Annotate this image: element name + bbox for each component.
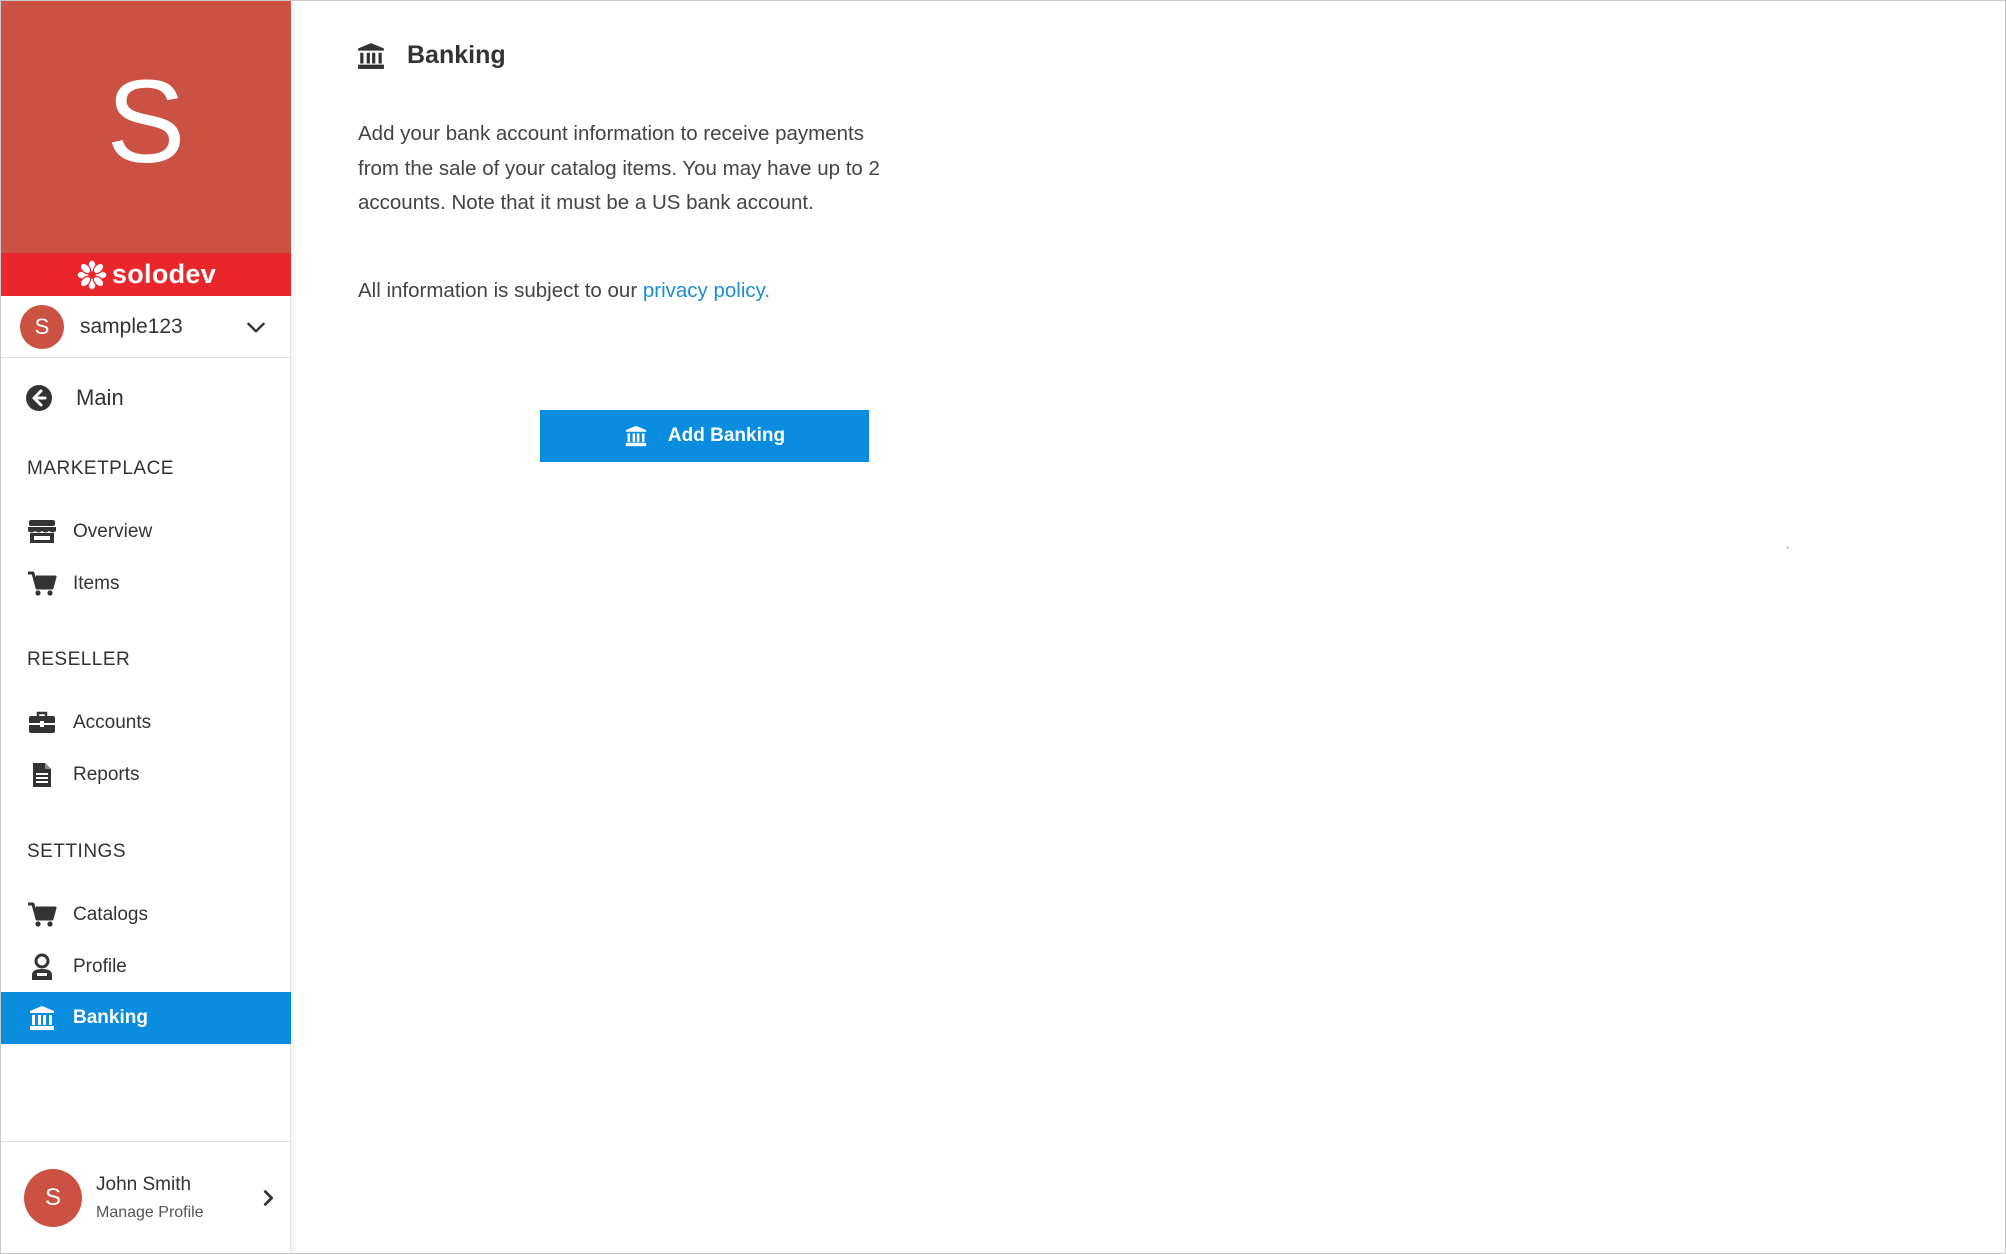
sidebar-item-items[interactable]: Items [1, 558, 291, 610]
store-icon [27, 518, 57, 546]
account-avatar: S [20, 304, 64, 349]
privacy-notice: All information is subject to our privac… [358, 279, 770, 303]
bank-icon [358, 42, 384, 69]
section-marketplace: MARKETPLACE [27, 458, 174, 479]
arrow-left-circle-icon [26, 385, 52, 411]
sidebar-item-label: Items [73, 573, 120, 594]
sidebar-item-label: Profile [73, 956, 127, 977]
sidebar-item-label: Overview [73, 521, 153, 542]
sidebar-item-label: Catalogs [73, 904, 148, 925]
bank-icon [27, 1004, 57, 1032]
sidebar-item-reports[interactable]: Reports [1, 749, 291, 801]
page-header: Banking [357, 41, 506, 70]
user-avatar: S [24, 1168, 82, 1227]
sidebar-item-accounts[interactable]: Accounts [1, 697, 291, 749]
privacy-policy-link[interactable]: privacy policy. [643, 279, 770, 302]
page-title: Banking [407, 41, 506, 69]
logo-text: solodev [111, 259, 217, 289]
sidebar-item-label: Accounts [73, 712, 152, 733]
user-icon [27, 953, 57, 981]
bank-icon [625, 425, 647, 447]
sidebar-item-banking[interactable]: Banking [1, 992, 291, 1044]
add-banking-button[interactable]: Add Banking [540, 410, 869, 462]
nav-main-label: Main [76, 385, 124, 410]
user-name: John Smith [96, 1173, 192, 1195]
add-banking-label: Add Banking [667, 425, 786, 446]
banking-description: Add your bank account information to rec… [358, 122, 880, 214]
main-content: Banking Add your bank account informatio… [297, 1, 2005, 1253]
sidebar-item-label: Reports [73, 764, 140, 785]
sidebar: S solodev S sample123 Main MARKETPLACE O… [1, 1, 291, 1253]
sidebar-item-profile[interactable]: Profile [1, 941, 291, 993]
chevron-down-icon[interactable] [243, 314, 269, 340]
solodev-logo[interactable]: solodev [1, 253, 291, 296]
nav-main[interactable]: Main [1, 373, 291, 423]
stray-dot [1786, 546, 1789, 549]
cart-icon [27, 901, 57, 929]
cart-icon [27, 570, 57, 598]
sidebar-item-catalogs[interactable]: Catalogs [1, 889, 291, 941]
sidebar-item-label: Banking [73, 1007, 148, 1028]
document-icon [27, 761, 57, 789]
account-name: sample123 [80, 314, 183, 338]
section-settings: SETTINGS [27, 841, 127, 862]
brand-block: S [1, 1, 291, 253]
sidebar-item-overview[interactable]: Overview [1, 506, 291, 558]
privacy-prefix: All information is subject to our [358, 279, 643, 302]
section-reseller: RESELLER [27, 649, 131, 670]
profile-text: John Smith Manage Profile [96, 1174, 257, 1222]
account-switcher[interactable]: S sample123 [1, 296, 291, 358]
brand-letter: S [106, 56, 186, 188]
manage-profile-label: Manage Profile [96, 1203, 204, 1221]
chevron-right-icon [263, 1189, 274, 1206]
briefcase-icon [27, 709, 57, 737]
manage-profile-link[interactable]: S John Smith Manage Profile [1, 1141, 291, 1253]
flower-logo-icon [76, 258, 108, 291]
